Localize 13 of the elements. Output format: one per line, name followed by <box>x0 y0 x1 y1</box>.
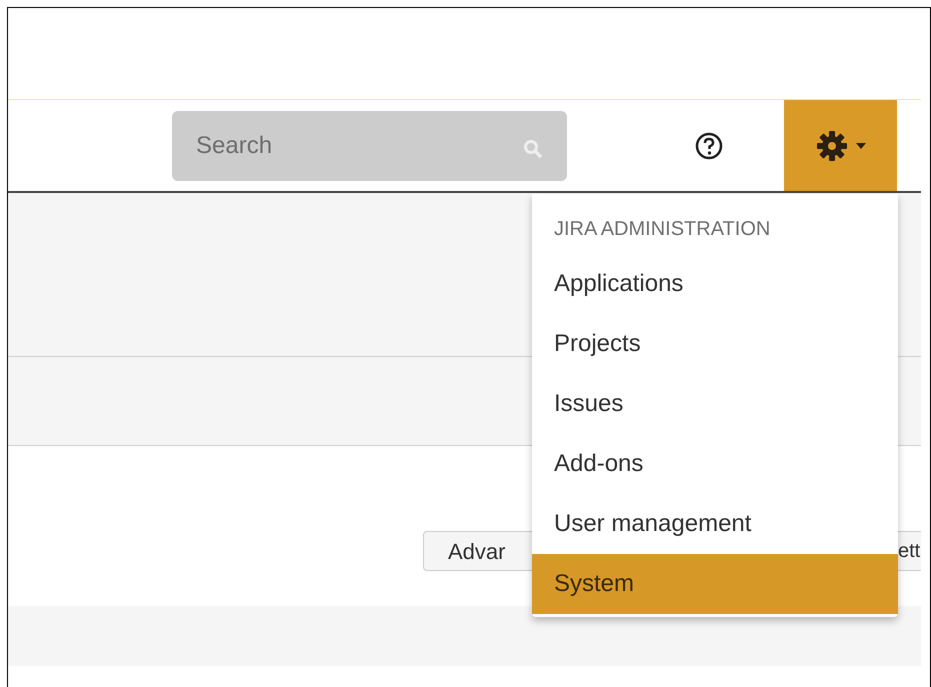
settings-button[interactable] <box>784 100 897 191</box>
menu-item[interactable]: Projects <box>532 314 898 374</box>
caret-icon <box>856 142 866 148</box>
search-field[interactable]: Search <box>172 110 567 180</box>
help-icon[interactable] <box>695 132 723 160</box>
menu-item[interactable]: Issues <box>532 374 898 434</box>
menu-heading: JIRA ADMINISTRATION <box>553 217 772 242</box>
menu-item[interactable]: Applications <box>532 254 898 314</box>
toolbar-button[interactable]: ett <box>896 531 921 571</box>
menu-item[interactable]: Add-ons <box>532 434 898 494</box>
menu-item[interactable]: System <box>532 554 898 614</box>
gear-icon <box>816 130 848 162</box>
search-icon <box>523 138 543 158</box>
